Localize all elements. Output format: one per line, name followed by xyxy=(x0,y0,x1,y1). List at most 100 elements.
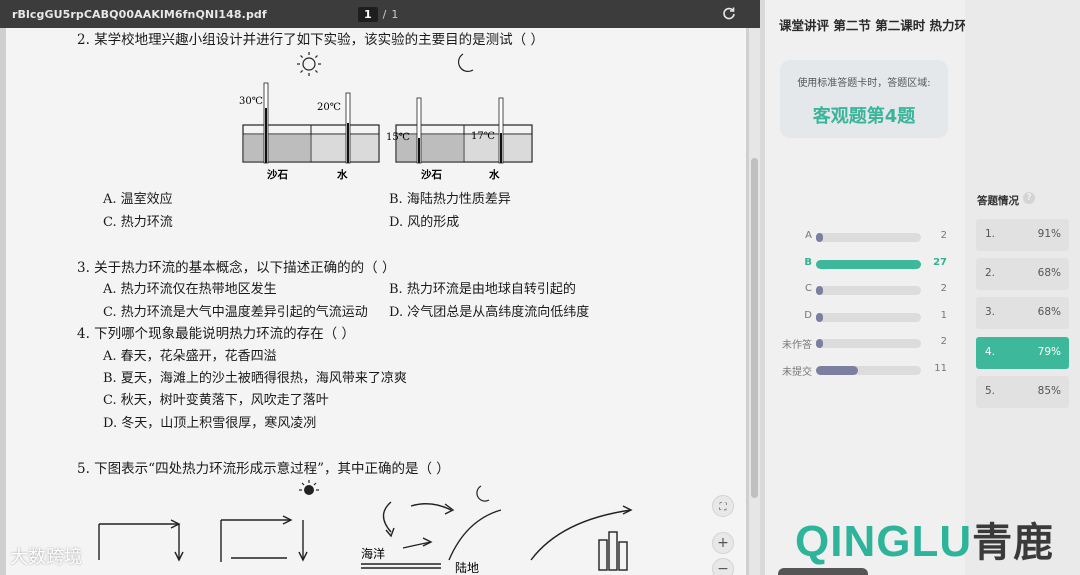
answer-bar-count: 2 xyxy=(940,283,947,294)
right-sand-label: 沙石 xyxy=(421,169,442,181)
answer-bar-row: C2 xyxy=(780,283,950,297)
zoom-out-button[interactable]: − xyxy=(712,558,734,575)
pdf-filename: rBlcgGU5rpCABQ00AAKlM6fnQNI148.pdf xyxy=(12,8,267,21)
q4-option-a: A. 春天，花朵盛开，花香四溢 xyxy=(103,349,277,364)
answer-bar-label: D xyxy=(804,309,812,321)
watermark: 大数跨境 xyxy=(10,547,82,568)
sun-icon xyxy=(297,52,321,76)
answer-bar-count: 27 xyxy=(933,256,947,268)
page-total: 1 xyxy=(391,7,399,21)
question-rate-item[interactable]: 3. 68% xyxy=(976,297,1069,330)
brand-cn: 青鹿 xyxy=(972,521,1055,565)
q4-option-b: B. 夏天，海滩上的沙土被晒得很热，海风带来了凉爽 xyxy=(103,371,407,386)
question-correct-rate: 91% xyxy=(1037,228,1061,240)
q3-option-d: D. 冷气团总是从高纬度流向低纬度 xyxy=(389,305,590,320)
fit-icon: ⛶ xyxy=(719,502,727,513)
moon-icon xyxy=(476,485,490,502)
answer-bar-track xyxy=(816,365,921,375)
page-number-input[interactable]: 1 xyxy=(358,6,378,22)
answer-bar-fill xyxy=(816,286,823,295)
left-water-temp: 20℃ xyxy=(317,102,341,113)
answer-area-hint: 使用标准答题卡时，答题区域: xyxy=(797,78,931,89)
answer-bar-label: 未提交 xyxy=(782,366,812,378)
question-rate-item[interactable]: 1. 91% xyxy=(976,219,1069,251)
q4-option-d: D. 冬天，山顶上积雪很厚，寒风凌冽 xyxy=(103,416,317,431)
answer-bar-fill xyxy=(816,365,858,375)
answer-area-value: 客观题第4题 xyxy=(812,106,916,127)
pdf-viewport: 2. 某学校地理兴趣小组设计并进行了如下实验，该实验的主要目的是测试（ ） 30… xyxy=(0,28,760,575)
stats-column: 答题情况 ? 1. 91% 2. 68% 3. 68% 4. 79% 5. 85% xyxy=(965,0,1080,575)
app-window: rBlcgGU5rpCABQ00AAKlM6fnQNI148.pdf 1 / 1… xyxy=(0,0,1080,575)
answer-bar-label: 未作答 xyxy=(782,340,812,351)
pdf-page: 2. 某学校地理兴趣小组设计并进行了如下实验，该实验的主要目的是测试（ ） 30… xyxy=(6,28,746,575)
sun-icon xyxy=(299,480,319,495)
page-indicator: 1 / 1 xyxy=(358,6,398,22)
q3-option-a: A. 热力环流仅在热带地区发生 xyxy=(103,282,277,297)
question-correct-rate: 68% xyxy=(1037,267,1061,280)
answer-bar-track xyxy=(816,286,921,295)
question-number: 1. xyxy=(985,228,996,240)
help-icon[interactable]: ? xyxy=(1023,192,1035,204)
question-correct-rate: 79% xyxy=(1037,345,1061,358)
answer-bar-track xyxy=(816,233,921,242)
page-separator: / xyxy=(382,7,387,21)
stats-title: 答题情况 xyxy=(977,195,1019,207)
question-4-stem: 4. 下列哪个现象最能说明热力环流的存在（ ） xyxy=(77,326,355,342)
answer-bar-fill xyxy=(816,339,823,348)
minus-icon: − xyxy=(717,561,729,575)
q2-option-b: B. 海陆热力性质差异 xyxy=(389,192,511,207)
answer-bar-count: 11 xyxy=(934,362,947,374)
answer-bar-track xyxy=(816,312,921,322)
answer-bar-label: B xyxy=(804,256,812,268)
pdf-toolbar: rBlcgGU5rpCABQ00AAKlM6fnQNI148.pdf 1 / 1 xyxy=(0,0,760,28)
left-water-label: 水 xyxy=(336,168,348,181)
left-sand-label: 沙石 xyxy=(267,169,288,181)
question-number: 2. xyxy=(985,267,996,280)
question-correct-rate: 85% xyxy=(1037,384,1061,397)
plus-icon: + xyxy=(717,535,729,551)
question-5-stem: 5. 下图表示“四处热力环流形成示意过程”，其中正确的是（ ） xyxy=(77,461,450,477)
brand-latin: QINGLU xyxy=(795,517,973,566)
right-water-temp: 17℃ xyxy=(471,131,495,142)
answer-bar-label: A xyxy=(805,230,812,241)
review-panel: 课堂讲评 第二节 第二课时 热力环流（5... 使用标准答题卡时，答题区域: 客… xyxy=(765,0,1080,575)
q2-experiment-figure: 30℃ 20℃ 沙石 水 15℃ 17℃ 沙石 水 xyxy=(239,52,533,181)
answer-bar-row: 未作答 2 xyxy=(780,336,950,351)
answer-bar-count: 2 xyxy=(940,230,947,241)
q2-option-c: C. 热力环流 xyxy=(103,215,173,230)
q2-option-a: A. 温室效应 xyxy=(103,192,173,207)
question-3-stem: 3. 关于热力环流的基本概念，以下描述正确的的（ ） xyxy=(77,260,396,276)
q3-option-b: B. 热力环流是由地球自转引起的 xyxy=(389,282,576,297)
right-sand-temp: 15℃ xyxy=(386,132,410,143)
question-number: 4. xyxy=(985,345,996,358)
bottom-handle[interactable] xyxy=(778,568,868,575)
answer-bar-label: C xyxy=(805,283,812,294)
answer-bar-count: 1 xyxy=(940,309,947,321)
answer-bar-count: 2 xyxy=(940,336,947,347)
answer-bar-track xyxy=(816,259,921,269)
question-rate-item[interactable]: 5. 85% xyxy=(976,375,1069,408)
answer-bar-fill xyxy=(816,312,823,322)
q2-option-d: D. 风的形成 xyxy=(389,215,460,230)
answer-bar-row: 未提交 11 xyxy=(780,362,950,378)
answer-bar-fill xyxy=(816,233,823,242)
question-correct-rate: 68% xyxy=(1037,306,1061,319)
pdf-scrollbar[interactable] xyxy=(749,28,760,575)
land-label: 陆地 xyxy=(455,560,479,575)
answer-bar-row: D1 xyxy=(780,310,950,324)
question-2-stem: 2. 某学校地理兴趣小组设计并进行了如下实验，该实验的主要目的是测试（ ） xyxy=(77,32,544,48)
question-rate-item[interactable]: 2. 68% xyxy=(976,258,1069,291)
answer-bar-row: A2 xyxy=(780,230,950,244)
sea-label: 海洋 xyxy=(361,546,385,561)
q4-option-c: C. 秋天，树叶变黄落下，风吹走了落叶 xyxy=(103,393,329,408)
refresh-icon[interactable] xyxy=(720,5,738,23)
question-number: 5. xyxy=(985,384,996,397)
question-number: 3. xyxy=(985,306,996,319)
question-rate-item[interactable]: 4. 79% xyxy=(976,336,1069,369)
zoom-in-button[interactable]: + xyxy=(712,532,734,554)
pdf-scrollbar-thumb[interactable] xyxy=(751,158,758,498)
answer-bar-row: B 27 xyxy=(780,257,950,271)
right-water-label: 水 xyxy=(488,168,500,181)
brand-logo: QINGLU青鹿 xyxy=(795,510,1054,568)
fit-page-button[interactable]: ⛶ xyxy=(712,495,734,517)
